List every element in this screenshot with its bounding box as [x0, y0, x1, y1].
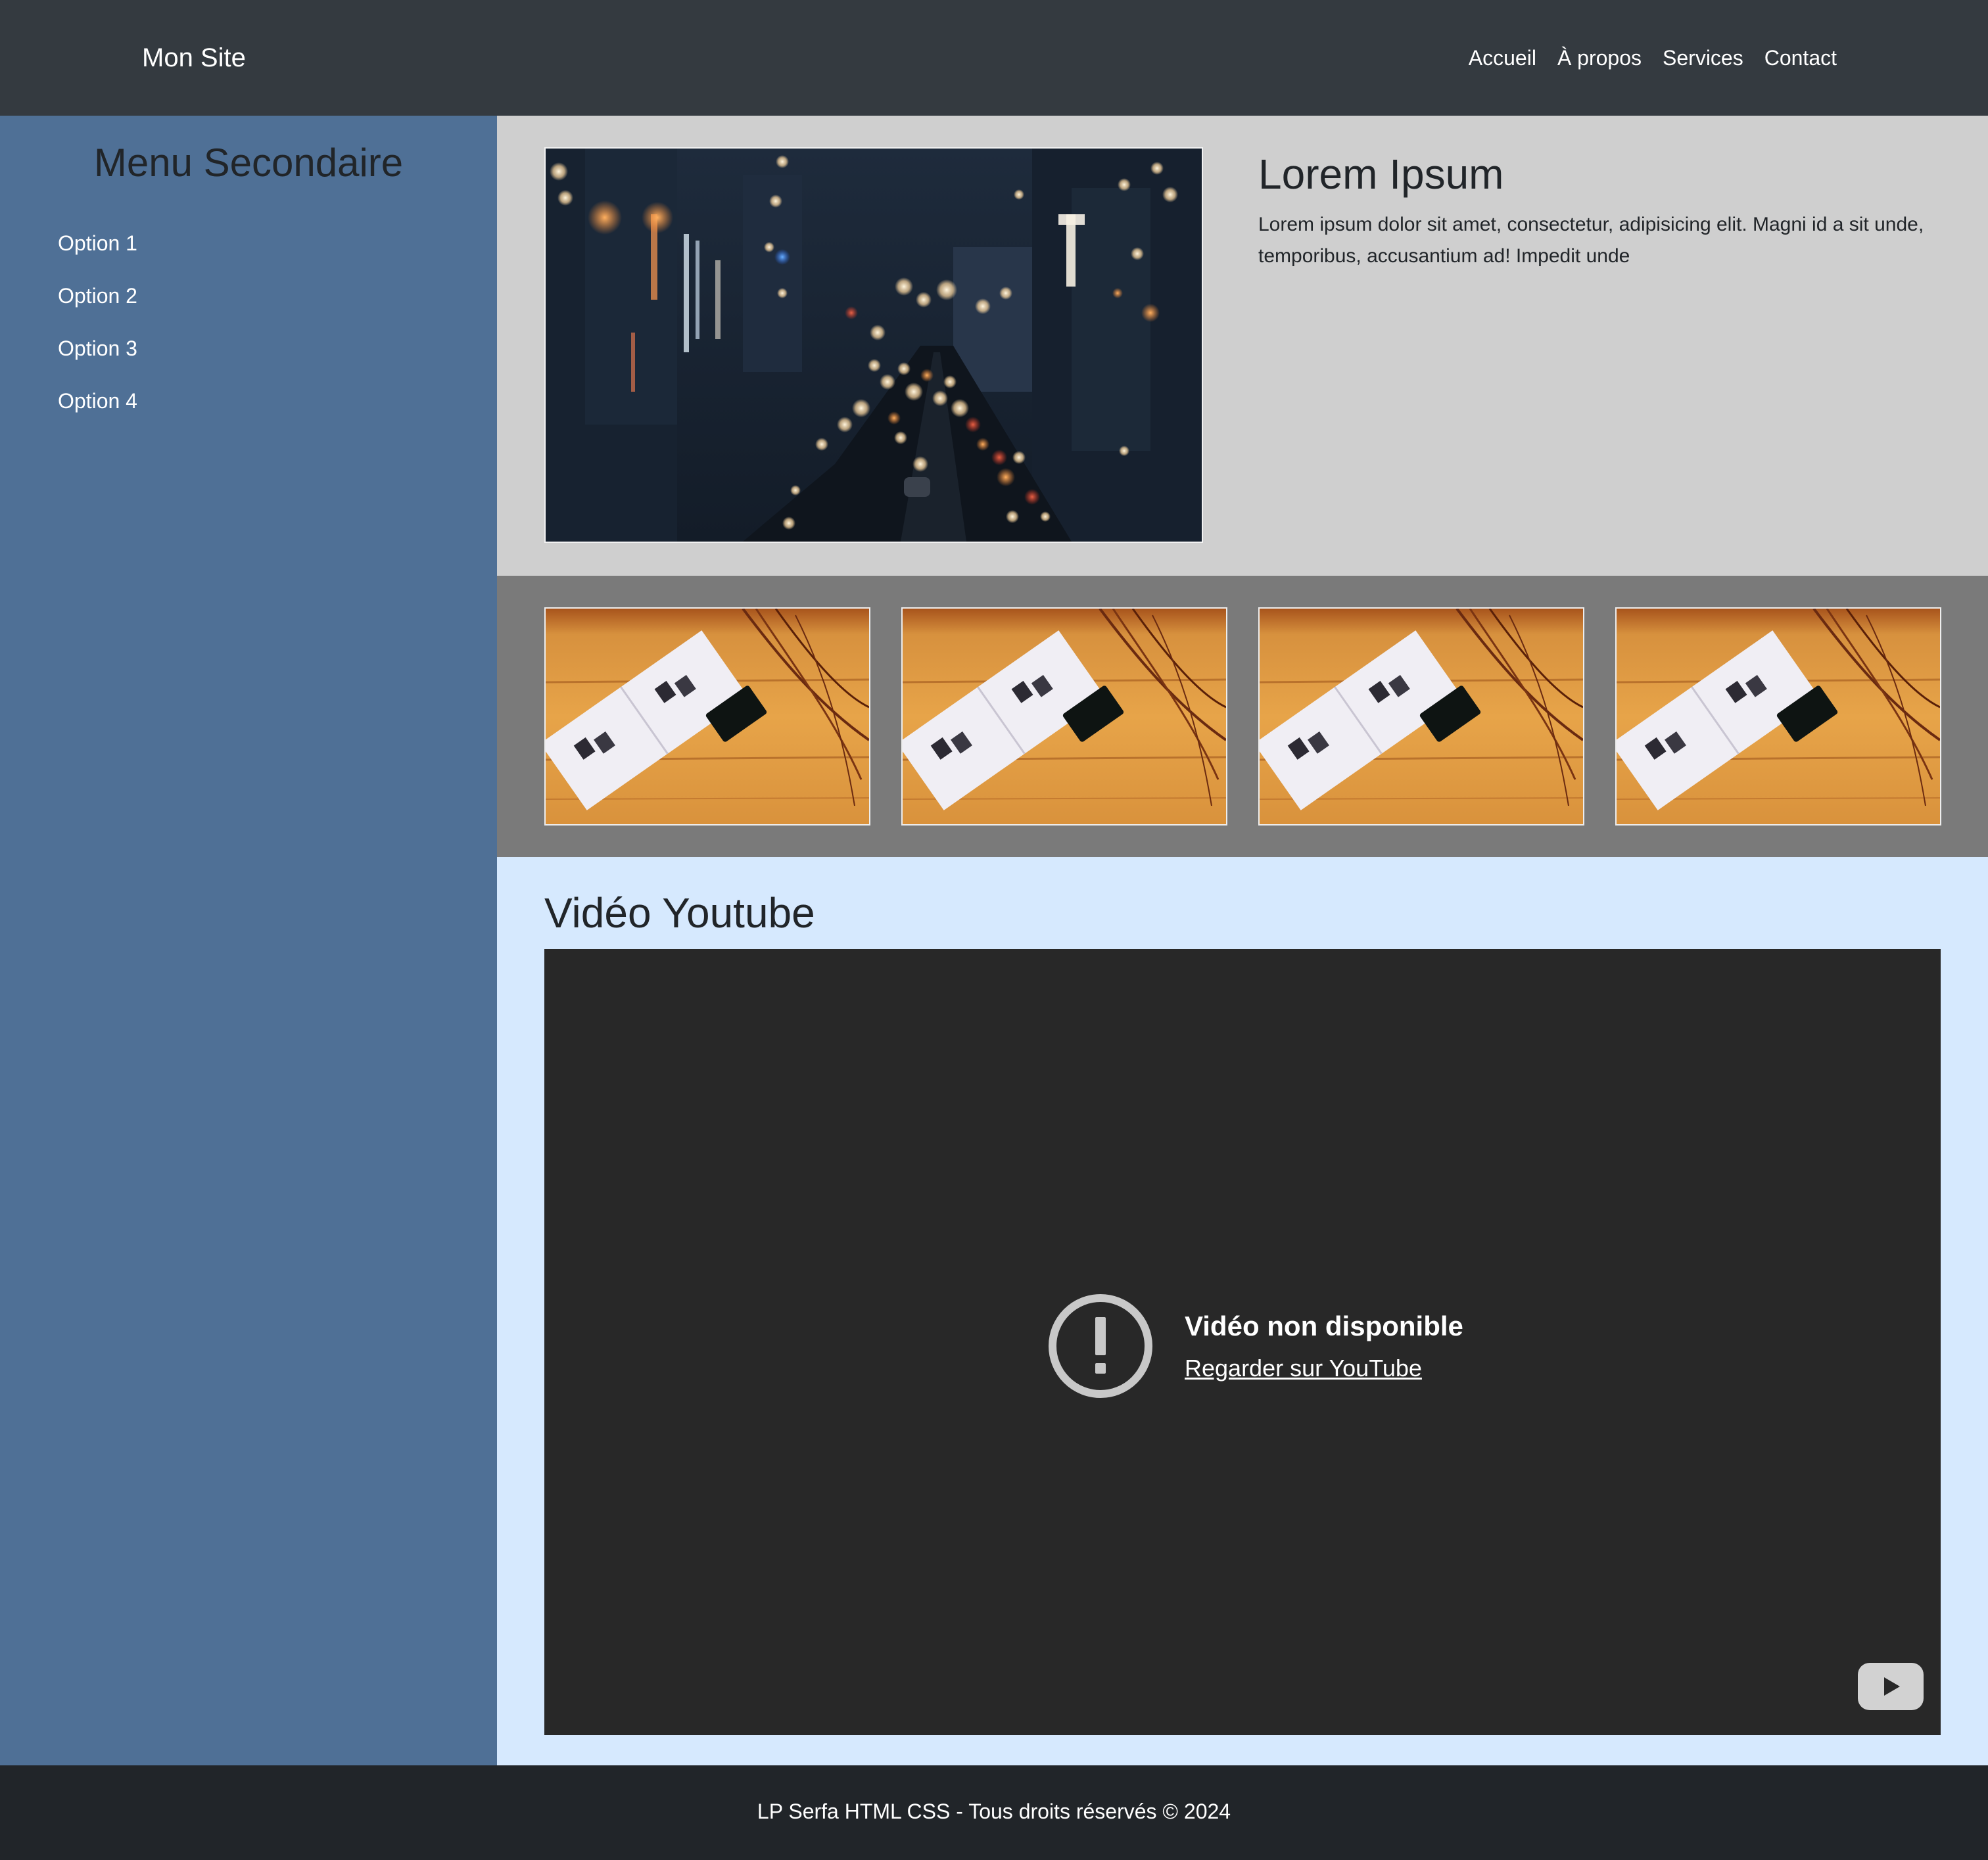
gallery-image-2 — [901, 607, 1227, 825]
watch-on-youtube-link[interactable]: Regarder sur YouTube — [1185, 1353, 1422, 1384]
sidebar: Menu Secondaire Option 1 Option 2 Option… — [0, 116, 497, 1765]
sidebar-item-option-1: Option 1 — [58, 229, 137, 281]
page: Mon Site Accueil À propos Services Conta… — [0, 0, 1988, 1860]
nav-link-services[interactable]: Services — [1663, 43, 1743, 72]
sidebar-item-option-3: Option 3 — [58, 334, 137, 386]
nav-link-accueil[interactable]: Accueil — [1469, 43, 1536, 72]
sidebar-link-option-4[interactable]: Option 4 — [58, 389, 137, 413]
site-footer: LP Serfa HTML CSS - Tous droits réservés… — [0, 1765, 1988, 1860]
video-title: Vidéo Youtube — [544, 889, 815, 937]
video-error-title: Vidéo non disponible — [1185, 1311, 1463, 1341]
youtube-player[interactable]: Vidéo non disponible Regarder sur YouTub… — [544, 949, 1941, 1735]
feature-text: Lorem ipsum dolor sit amet, consectetur,… — [1258, 214, 1924, 267]
sidebar-link-option-1[interactable]: Option 1 — [58, 231, 137, 255]
footer-copyright: LP Serfa HTML CSS - Tous droits réservés… — [757, 1800, 1231, 1823]
site-header: Mon Site Accueil À propos Services Conta… — [0, 0, 1988, 116]
feature-section: Lorem Ipsum Lorem ipsum dolor sit amet, … — [497, 116, 1988, 576]
feature-title: Lorem Ipsum — [1258, 151, 1504, 198]
main-nav: Accueil À propos Services Contact — [1469, 43, 1837, 72]
nav-link-a-propos[interactable]: À propos — [1557, 43, 1642, 72]
nav-link-contact[interactable]: Contact — [1764, 43, 1837, 72]
video-section: Vidéo Youtube Vidéo non disponible Regar… — [497, 857, 1988, 1765]
sidebar-link-option-3[interactable]: Option 3 — [58, 337, 137, 360]
sidebar-item-option-4: Option 4 — [58, 386, 137, 439]
city-night-photo — [544, 147, 1203, 543]
gallery-image-1 — [544, 607, 870, 825]
brand-link[interactable]: Mon Site — [142, 39, 246, 76]
sidebar-title: Menu Secondaire — [93, 141, 404, 185]
sidebar-link-option-2[interactable]: Option 2 — [58, 284, 137, 308]
sidebar-menu: Option 1 Option 2 Option 3 Option 4 — [58, 229, 137, 439]
gallery-image-4 — [1615, 607, 1941, 825]
gallery-section — [497, 576, 1988, 857]
video-unavailable-message: Vidéo non disponible Regarder sur YouTub… — [1048, 1290, 1508, 1401]
youtube-logo-icon[interactable] — [1858, 1663, 1924, 1710]
alert-circle-icon — [1049, 1294, 1152, 1398]
sidebar-item-option-2: Option 2 — [58, 281, 137, 334]
gallery-image-3 — [1258, 607, 1584, 825]
